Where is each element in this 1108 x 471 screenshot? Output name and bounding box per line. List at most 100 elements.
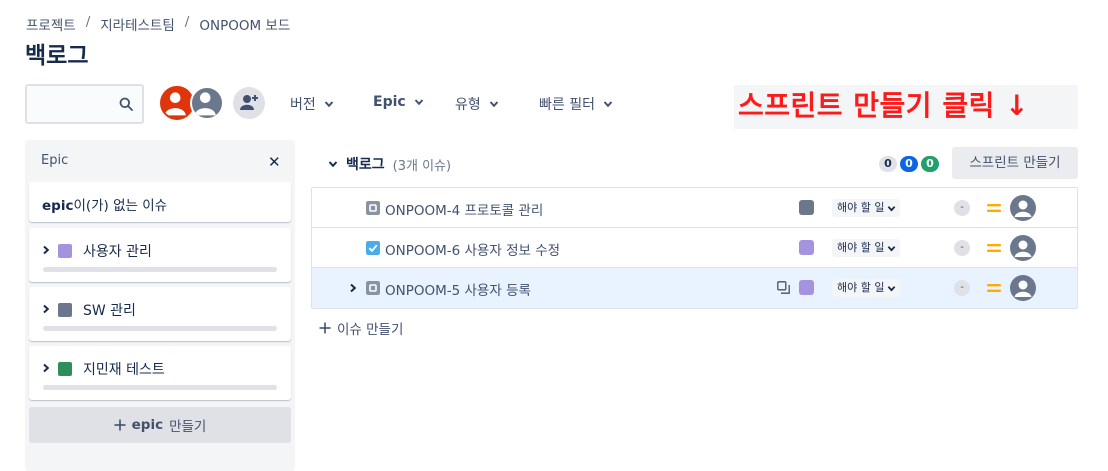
priority-medium-icon (987, 284, 1001, 292)
chevron-down-icon (414, 99, 423, 106)
chevron-down-icon (489, 101, 499, 108)
epic-color-swatch (58, 362, 72, 376)
in-progress-count-badge: 0 (900, 156, 918, 172)
epic-item-test[interactable]: 지민재 테스트 (29, 346, 291, 400)
chevron-right-icon[interactable] (41, 304, 51, 314)
breadcrumb: 프로젝트 / 지라테스트팀 / ONPOOM 보드 (26, 14, 290, 34)
create-epic-button[interactable]: epic 만들기 (29, 407, 291, 443)
add-people-button[interactable] (233, 87, 265, 119)
avatar-user-2[interactable] (190, 86, 224, 120)
epic-color-swatch (58, 303, 72, 317)
story-points-badge: - (954, 240, 970, 256)
issue-row[interactable]: ONPOOM-4 프로토콜 관리 해야 할 일 - (312, 188, 1077, 228)
search-input[interactable] (31, 92, 115, 116)
status-counts: 0 0 0 (879, 156, 939, 172)
epic-progress-bar (43, 326, 277, 331)
create-issue-label: 이슈 만들기 (337, 322, 404, 338)
filter-quick[interactable]: 빠른 필터 (539, 94, 613, 114)
no-epic-bold: epic (42, 198, 74, 214)
add-user-icon (240, 95, 258, 110)
search-box[interactable] (25, 84, 144, 124)
chevron-down-icon (888, 205, 896, 211)
story-points-badge: - (954, 280, 970, 296)
epic-progress-bar (43, 385, 277, 390)
epic-name: 지민재 테스트 (83, 362, 165, 378)
epic-item-user-management[interactable]: 사용자 관리 (29, 228, 291, 282)
chevron-right-icon[interactable] (348, 283, 358, 293)
plus-icon (319, 322, 331, 334)
epic-item-no-epic[interactable]: epic이(가) 없는 이슈 (29, 182, 291, 222)
epic-panel: Epic ✕ epic이(가) 없는 이슈 사용자 관리 SW 관리 지민재 테… (25, 140, 295, 471)
todo-count-badge: 0 (879, 156, 897, 172)
plus-icon (114, 419, 126, 431)
filter-label: Epic (373, 94, 406, 110)
task-icon (366, 281, 380, 295)
backlog-header[interactable]: 백로그 (3개 이슈) (328, 154, 451, 174)
issue-epic-swatch (799, 240, 814, 255)
issue-summary[interactable]: ONPOOM-5 사용자 등록 (385, 279, 531, 299)
done-count-badge: 0 (921, 156, 939, 172)
epic-item-label: epic이(가) 없는 이슈 (42, 194, 167, 214)
issue-summary[interactable]: ONPOOM-4 프로토콜 관리 (385, 199, 543, 219)
filter-label: 빠른 필터 (539, 97, 595, 113)
task-icon (366, 201, 380, 215)
priority-medium-icon (987, 204, 1001, 212)
breadcrumb-project[interactable]: 지라테스트팀 (100, 14, 175, 34)
create-sprint-button[interactable]: 스프린트 만들기 (952, 147, 1078, 179)
chevron-down-icon (888, 245, 896, 251)
issue-row[interactable]: ONPOOM-6 사용자 정보 수정 해야 할 일 - (312, 228, 1077, 268)
chevron-right-icon[interactable] (41, 245, 51, 255)
user-avatar-icon (194, 92, 216, 116)
epic-progress-bar (43, 267, 277, 272)
unassigned-avatar-icon[interactable] (1010, 235, 1036, 261)
epic-color-swatch (58, 244, 72, 258)
issue-status-label: 해야 할 일 (837, 281, 885, 294)
issue-status-label: 해야 할 일 (837, 241, 885, 254)
filter-epic[interactable]: Epic (373, 94, 424, 110)
create-issue-button[interactable]: 이슈 만들기 (319, 318, 403, 338)
priority-medium-icon (987, 244, 1001, 252)
page-title: 백로그 (25, 43, 89, 69)
breadcrumb-separator: / (85, 14, 91, 30)
epic-item-sw-management[interactable]: SW 관리 (29, 287, 291, 341)
backlog-issue-count: (3개 이슈) (392, 158, 452, 174)
issue-status-dropdown[interactable]: 해야 할 일 (832, 199, 901, 217)
chevron-down-icon[interactable] (328, 159, 338, 169)
filter-type[interactable]: 유형 (455, 94, 499, 114)
backlog-title: 백로그 (346, 157, 385, 173)
filter-version[interactable]: 버전 (290, 94, 334, 114)
epic-panel-title: Epic (41, 153, 69, 168)
filter-label: 버전 (290, 97, 316, 113)
checkbox-icon (366, 241, 380, 255)
issue-epic-swatch (799, 200, 814, 215)
issue-status-label: 해야 할 일 (837, 201, 885, 214)
chevron-down-icon (324, 101, 334, 108)
chevron-down-icon (603, 101, 613, 108)
issue-row-selected[interactable]: ONPOOM-5 사용자 등록 해야 할 일 - (312, 268, 1077, 308)
subtask-icon (777, 281, 790, 294)
create-epic-rest: 만들기 (169, 419, 207, 435)
issue-summary[interactable]: ONPOOM-6 사용자 정보 수정 (385, 239, 560, 259)
unassigned-avatar-icon[interactable] (1010, 275, 1036, 301)
epic-name: SW 관리 (83, 303, 136, 319)
breadcrumb-projects[interactable]: 프로젝트 (26, 14, 76, 34)
breadcrumb-separator: / (184, 14, 190, 30)
avatar-user-1[interactable] (160, 86, 194, 120)
close-icon[interactable]: ✕ (268, 153, 281, 171)
no-epic-rest: 이(가) 없는 이슈 (73, 198, 168, 214)
chevron-right-icon[interactable] (41, 363, 51, 373)
chevron-down-icon (888, 285, 896, 291)
user-avatar-icon (164, 92, 186, 116)
issue-status-dropdown[interactable]: 해야 할 일 (832, 239, 901, 257)
story-points-badge: - (954, 200, 970, 216)
epic-name: 사용자 관리 (83, 244, 152, 260)
create-epic-bold: epic (131, 417, 164, 433)
issue-status-dropdown[interactable]: 해야 할 일 (832, 279, 901, 297)
annotation-callout: 스프린트 만들기 클릭 ↓ (734, 85, 1078, 129)
filter-label: 유형 (455, 97, 481, 113)
breadcrumb-board[interactable]: ONPOOM 보드 (199, 14, 290, 34)
issue-list: ONPOOM-4 프로토콜 관리 해야 할 일 - ONPOOM-6 사용자 정… (311, 187, 1078, 309)
issue-epic-swatch (799, 280, 814, 295)
unassigned-avatar-icon[interactable] (1010, 195, 1036, 221)
search-icon (119, 97, 133, 111)
